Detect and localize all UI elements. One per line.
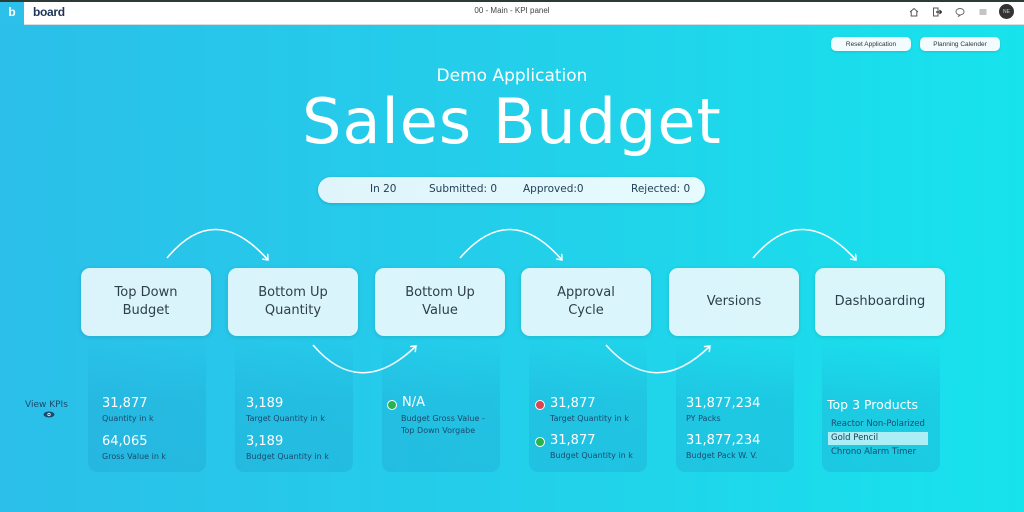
kpi-panel-dashboarding: Top 3 Products Reactor Non-Polarized Gol…: [822, 340, 940, 472]
user-avatar[interactable]: NE: [999, 4, 1014, 19]
kpi-panel-versions: 31,877,234 PY Packs 31,877,234 Budget Pa…: [676, 340, 794, 472]
status-in: In 20: [370, 183, 397, 195]
brand-name: board: [33, 5, 65, 19]
kpi-panel-approval: 31,877 Target Quantity in k 31,877 Budge…: [529, 340, 647, 472]
product-list-item[interactable]: Chrono Alarm Timer: [828, 446, 916, 459]
status-summary-bar: In 20 Submitted: 0 Approved:0 Rejected: …: [318, 177, 705, 203]
arrow-5-to-6: [752, 228, 856, 260]
status-submitted: Submitted: 0: [429, 183, 498, 195]
arrow-1-to-2: [166, 228, 268, 260]
kpi-panel-bottom-up-value: N/A Budget Gross Value - Top Down Vorgab…: [382, 340, 500, 472]
kpi-label: Gross Value in k: [102, 452, 167, 461]
kpi-value: 31,877,234: [686, 433, 761, 448]
step-top-down-budget[interactable]: Top Down Budget: [81, 268, 211, 336]
kpi-value: 3,189: [246, 396, 284, 411]
product-list-item-selected[interactable]: Gold Pencil: [828, 432, 928, 445]
kpi-label-line2: Top Down Vorgabe: [401, 426, 476, 435]
kpi-label: Budget Quantity in k: [550, 451, 633, 460]
top-icons: NE: [907, 4, 1014, 19]
arrow-3-to-4: [459, 228, 562, 260]
board-logo-icon[interactable]: b: [0, 0, 24, 25]
kpi-value: 31,877: [550, 396, 596, 411]
view-kpis-label[interactable]: View KPIs: [25, 400, 68, 410]
menu-icon[interactable]: [976, 5, 990, 19]
exit-icon[interactable]: [930, 5, 944, 19]
kpi-value: 31,877: [550, 433, 596, 448]
reset-application-button[interactable]: Reset Application: [831, 37, 911, 51]
page-title: Sales Budget: [302, 85, 722, 158]
kpi-label: PY Packs: [686, 414, 721, 423]
step-versions[interactable]: Versions: [669, 268, 799, 336]
kpi-value: 64,065: [102, 434, 148, 449]
kpi-label: Budget Quantity in k: [246, 452, 329, 461]
planning-calendar-button[interactable]: Planning Calender: [920, 37, 1000, 51]
kpi-value: 31,877: [102, 396, 148, 411]
kpi-label: Budget Gross Value -: [401, 414, 485, 423]
window-title: 00 - Main - KPI panel: [474, 6, 550, 15]
status-green-icon: [387, 400, 397, 410]
kpi-panel-top-down: 31,877 Quantity in k 64,065 Gross Value …: [88, 340, 206, 472]
kpi-value: 31,877,234: [686, 396, 761, 411]
chat-icon[interactable]: [953, 5, 967, 19]
kpi-label: Target Quantity in k: [550, 414, 629, 423]
step-bottom-up-quantity[interactable]: Bottom Up Quantity: [228, 268, 358, 336]
step-dashboarding[interactable]: Dashboarding: [815, 268, 945, 336]
kpi-label: Target Quantity in k: [246, 414, 325, 423]
status-rejected: Rejected: 0: [631, 183, 691, 195]
top-products-title: Top 3 Products: [827, 397, 918, 412]
kpi-label: Budget Pack W. V.: [686, 451, 758, 460]
status-approved: Approved:0: [523, 183, 584, 195]
status-green-icon: [535, 437, 545, 447]
kpi-value: N/A: [402, 395, 425, 410]
kpi-value: 3,189: [246, 434, 284, 449]
step-bottom-up-value[interactable]: Bottom Up Value: [375, 268, 505, 336]
step-approval-cycle[interactable]: Approval Cycle: [521, 268, 651, 336]
kpi-label: Quantity in k: [102, 414, 154, 423]
product-list-item[interactable]: Reactor Non-Polarized: [828, 418, 925, 431]
eye-icon[interactable]: [43, 411, 55, 418]
home-icon[interactable]: [907, 5, 921, 19]
top-bar: b board 00 - Main - KPI panel NE: [0, 0, 1024, 25]
top-edge: [0, 0, 1024, 2]
status-red-icon: [535, 400, 545, 410]
kpi-panel-bottom-up-quantity: 3,189 Target Quantity in k 3,189 Budget …: [235, 340, 353, 472]
